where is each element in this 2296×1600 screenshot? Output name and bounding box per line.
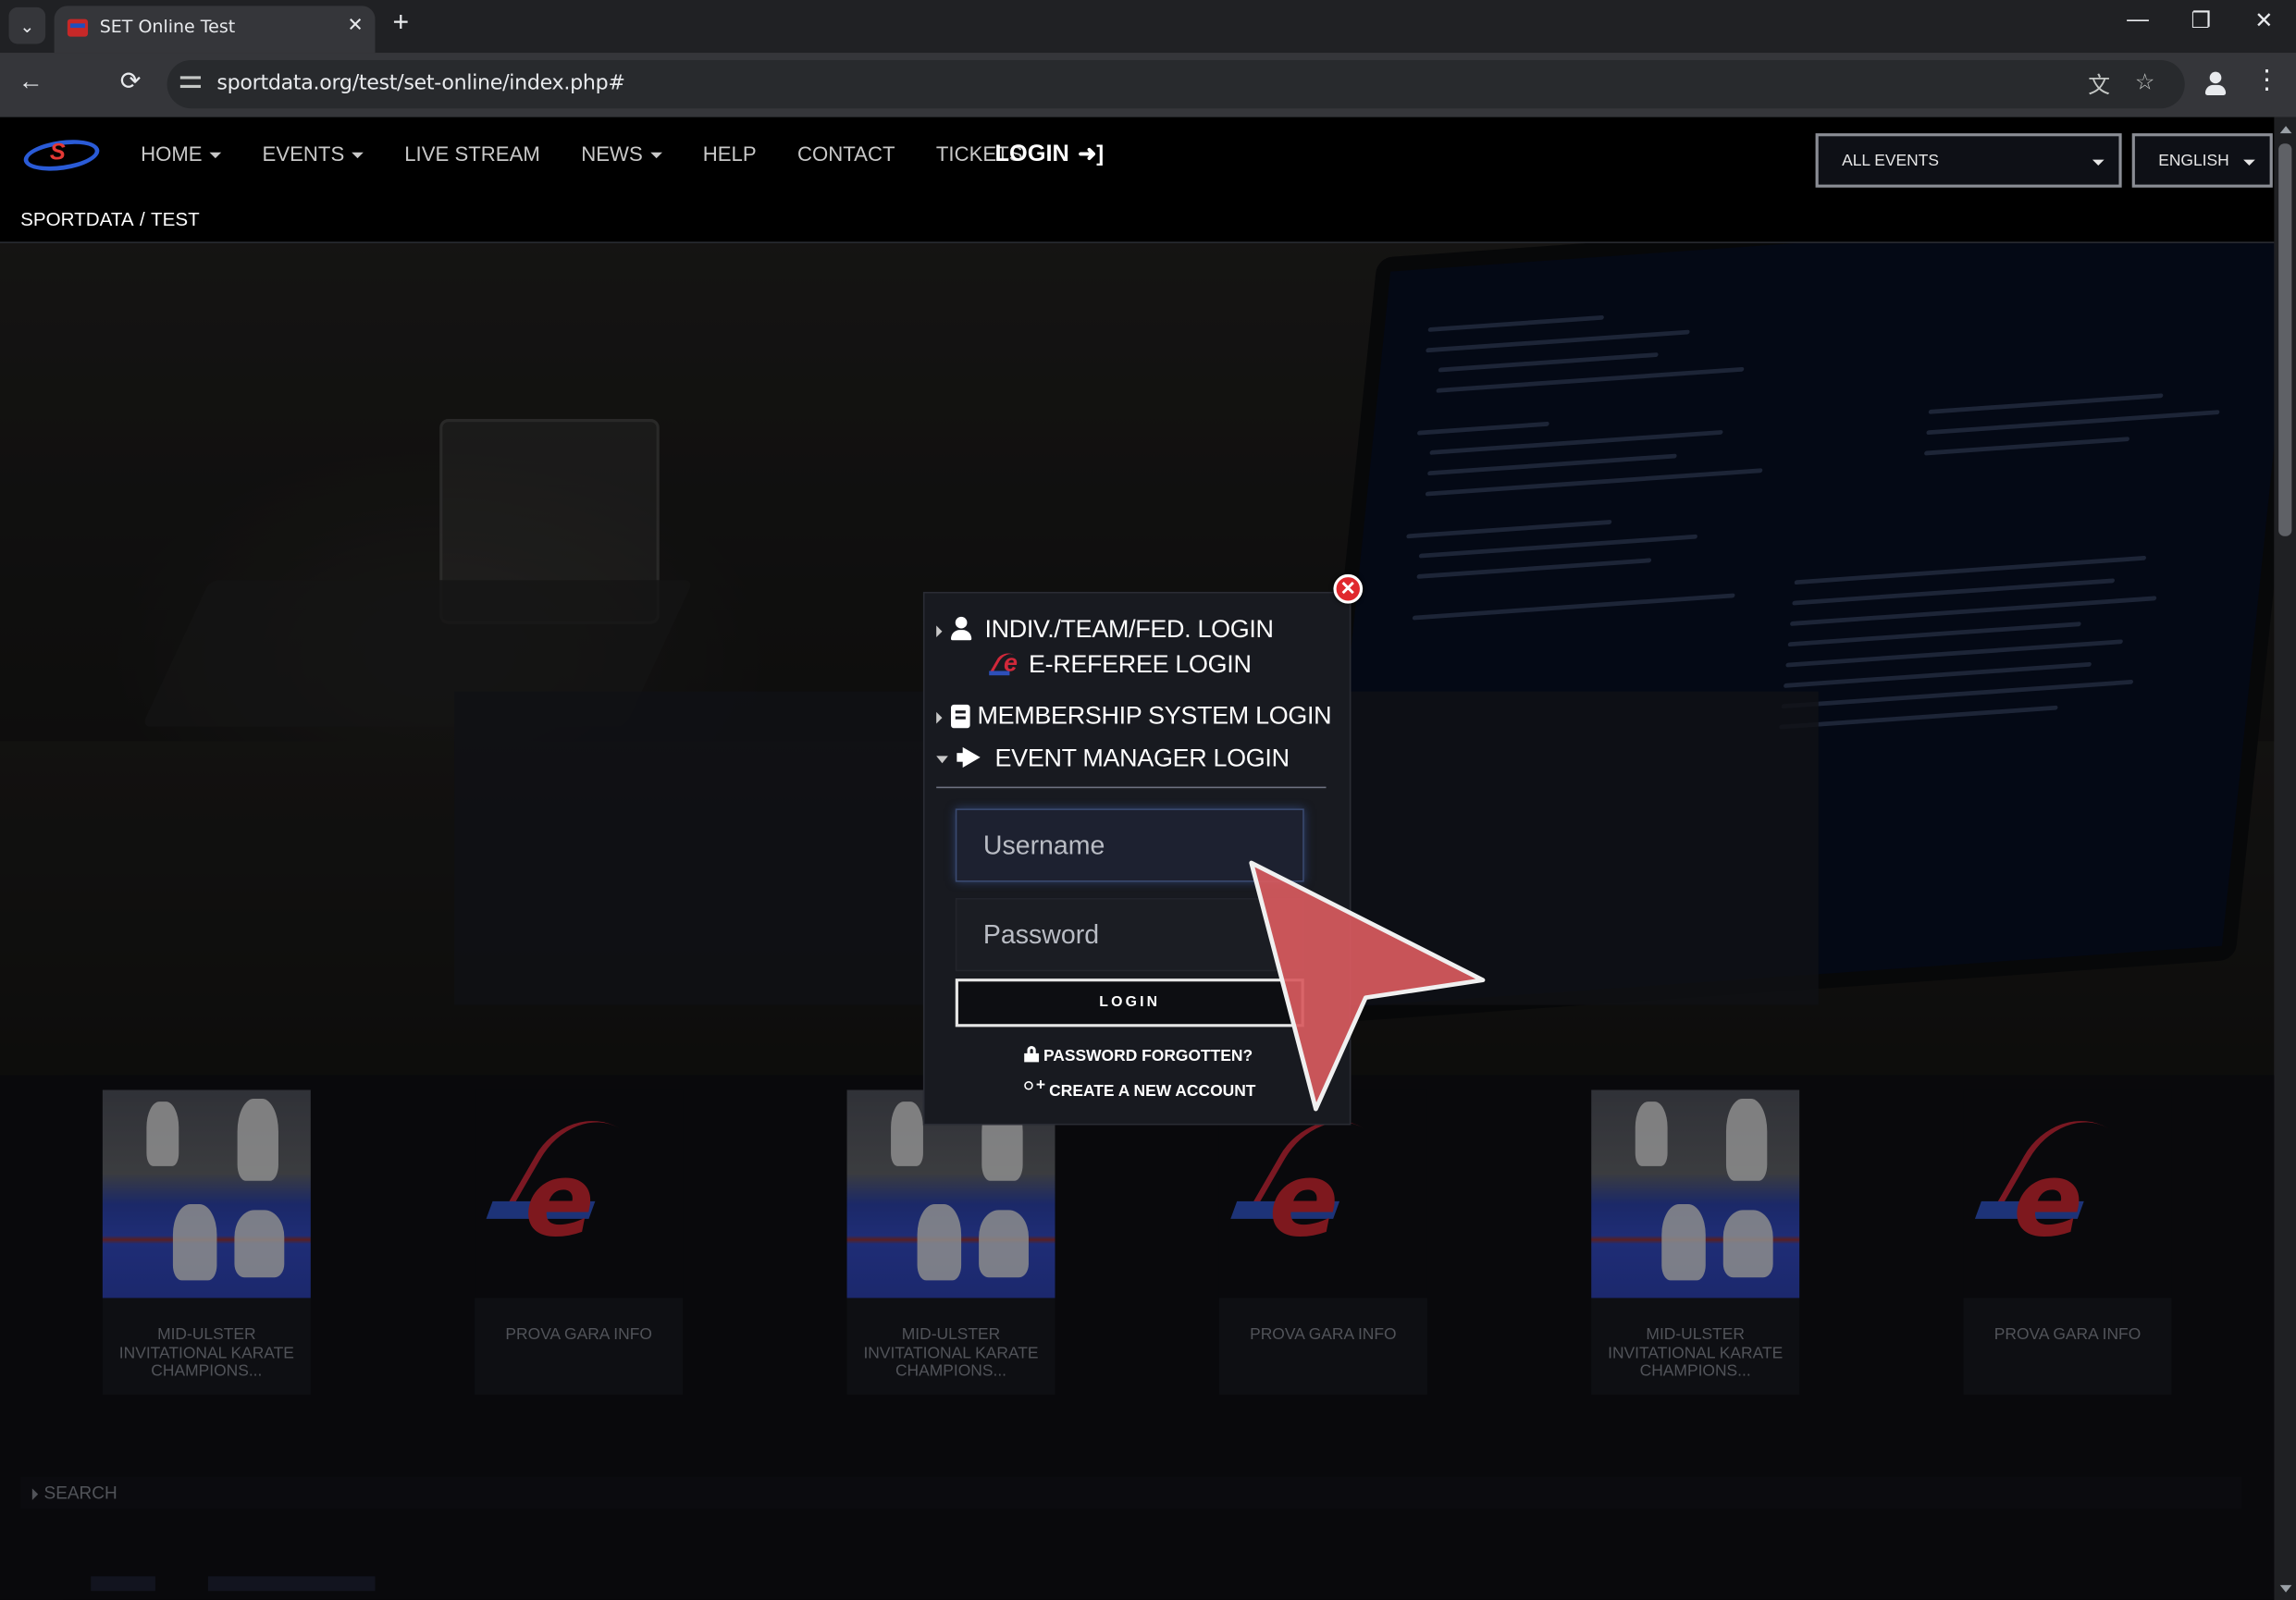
browser-menu-icon[interactable]: ⋮ bbox=[2253, 65, 2280, 95]
caret-right-icon bbox=[936, 625, 943, 638]
membership-login-toggle[interactable]: MEMBERSHIP SYSTEM LOGIN bbox=[925, 700, 1353, 732]
user-plus-icon bbox=[1021, 1077, 1045, 1097]
event-manager-login-toggle[interactable]: EVENT MANAGER LOGIN bbox=[925, 743, 1353, 775]
password-forgotten-label: PASSWORD FORGOTTEN? bbox=[1043, 1047, 1253, 1065]
membership-login-label: MEMBERSHIP SYSTEM LOGIN bbox=[977, 701, 1332, 730]
restore-icon[interactable]: ❐ bbox=[2179, 7, 2223, 34]
chevron-down-icon bbox=[649, 153, 662, 159]
browser-toolbar: ← → ⟳ sportdata.org/test/set-online/inde… bbox=[0, 53, 2296, 1600]
scroll-thumb[interactable] bbox=[2278, 143, 2292, 536]
site-info-icon[interactable] bbox=[179, 72, 202, 92]
menu-item-home[interactable]: HOME bbox=[141, 142, 222, 166]
scroll-up-icon[interactable] bbox=[2279, 126, 2292, 134]
breadcrumb-home[interactable]: SPORTDATA bbox=[20, 208, 133, 230]
profile-icon[interactable] bbox=[2203, 70, 2229, 97]
tab-search-button[interactable]: ⌄ bbox=[8, 6, 46, 44]
minimize-icon[interactable]: — bbox=[2116, 7, 2160, 32]
logo-letter: S bbox=[49, 141, 66, 166]
caret-down-icon bbox=[936, 756, 948, 764]
caret-right-icon bbox=[936, 711, 943, 724]
browser-tab-bar: ⌄ SET Online Test ✕ + — ❐ ✕ bbox=[0, 0, 2296, 54]
ereferee-login-label: E-REFEREE LOGIN bbox=[1028, 650, 1252, 679]
browser-tab[interactable]: SET Online Test ✕ bbox=[54, 6, 376, 54]
events-select-value: ALL EVENTS bbox=[1842, 152, 1940, 170]
menu-item-help[interactable]: HELP bbox=[703, 142, 757, 166]
mouse-pointer-icon bbox=[1249, 860, 1486, 1112]
scroll-down-icon[interactable] bbox=[2279, 1584, 2292, 1593]
address-bar[interactable]: sportdata.org/test/set-online/index.php#… bbox=[167, 59, 2185, 109]
bullhorn-icon bbox=[957, 747, 981, 769]
breadcrumb-current[interactable]: TEST bbox=[151, 208, 200, 230]
chevron-down-icon bbox=[352, 153, 364, 159]
page-scrollbar[interactable] bbox=[2274, 117, 2296, 1600]
lock-icon bbox=[1024, 1045, 1040, 1063]
close-modal-icon[interactable]: ✕ bbox=[1333, 573, 1364, 604]
chevron-down-icon bbox=[209, 153, 222, 159]
menu-item-news[interactable]: NEWS bbox=[581, 142, 662, 166]
sign-in-icon: ➜] bbox=[1078, 142, 1105, 167]
indiv-login-label: INDIV./TEAM/FED. LOGIN bbox=[984, 615, 1274, 644]
event-manager-login-label: EVENT MANAGER LOGIN bbox=[994, 744, 1290, 772]
create-account-label: CREATE A NEW ACCOUNT bbox=[1049, 1082, 1256, 1101]
close-window-icon[interactable]: ✕ bbox=[2242, 7, 2287, 34]
site-favicon-icon bbox=[67, 18, 89, 37]
breadcrumb-separator: / bbox=[139, 207, 145, 230]
menu-item-contact[interactable]: CONTACT bbox=[797, 142, 895, 166]
sportdata-logo[interactable]: S bbox=[21, 135, 102, 176]
reload-icon[interactable]: ⟳ bbox=[113, 68, 148, 97]
user-icon bbox=[951, 616, 972, 642]
breadcrumb: SPORTDATA / TEST bbox=[20, 208, 199, 230]
site-header: S HOME EVENTS LIVE STREAM NEWS HELP CONT… bbox=[0, 117, 2275, 243]
chevron-down-icon bbox=[2092, 159, 2105, 166]
language-select-value: ENGLISH bbox=[2158, 152, 2229, 170]
tab-title: SET Online Test bbox=[99, 16, 236, 37]
events-select[interactable]: ALL EVENTS bbox=[1815, 133, 2122, 188]
indiv-login-toggle[interactable]: INDIV./TEAM/FED. LOGIN bbox=[925, 614, 1353, 646]
ereferee-login-link[interactable]: e E-REFEREE LOGIN bbox=[925, 648, 1353, 685]
menu-item-events[interactable]: EVENTS bbox=[263, 142, 364, 166]
url-text[interactable]: sportdata.org/test/set-online/index.php# bbox=[216, 72, 624, 95]
ereferee-logo-icon: e bbox=[989, 648, 1027, 685]
new-tab-icon[interactable]: + bbox=[393, 7, 410, 40]
bookmark-star-icon[interactable]: ☆ bbox=[2135, 68, 2154, 95]
main-menu: HOME EVENTS LIVE STREAM NEWS HELP CONTAC… bbox=[141, 142, 1022, 166]
language-select[interactable]: ENGLISH bbox=[2131, 133, 2273, 188]
menu-item-live-stream[interactable]: LIVE STREAM bbox=[404, 142, 540, 166]
book-icon bbox=[951, 704, 970, 729]
chevron-down-icon bbox=[2243, 159, 2255, 166]
back-icon[interactable]: ← bbox=[13, 68, 48, 97]
close-tab-icon[interactable]: ✕ bbox=[348, 13, 364, 36]
divider bbox=[936, 786, 1327, 789]
translate-icon[interactable]: ⽂ bbox=[2088, 68, 2110, 99]
menu-login-link[interactable]: LOGIN ➜] bbox=[995, 141, 1105, 168]
